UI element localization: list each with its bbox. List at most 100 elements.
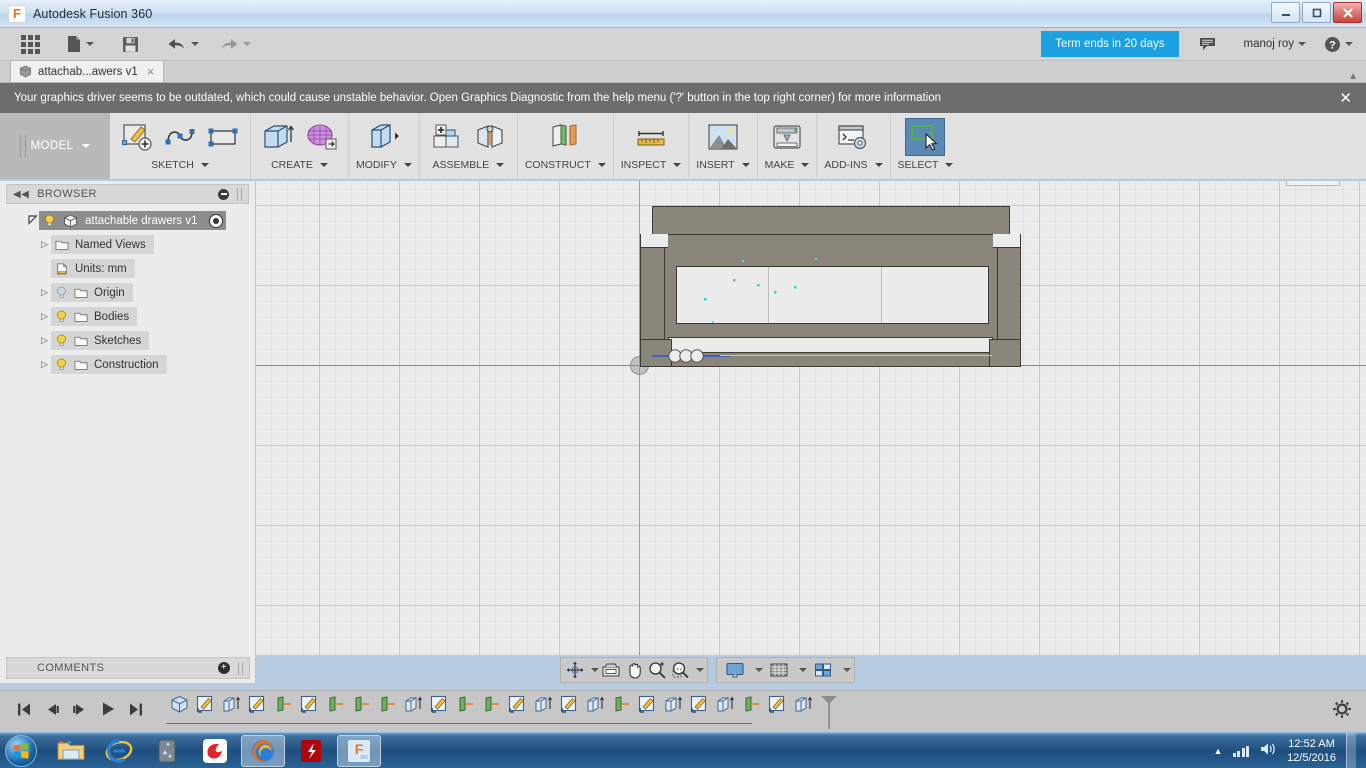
ribbon-group-label[interactable]: CONSTRUCT xyxy=(525,159,606,171)
ribbon-group-label[interactable]: ADD-INS xyxy=(824,159,882,171)
timeline-feature-construction-plane[interactable] xyxy=(478,691,504,733)
timeline-feature-sketch[interactable] xyxy=(244,691,270,733)
timeline-feature-sketch[interactable] xyxy=(634,691,660,733)
media-player-icon[interactable] xyxy=(145,735,189,767)
gear-icon[interactable] xyxy=(1332,699,1352,724)
ribbon-group-label[interactable]: INSERT xyxy=(696,159,749,171)
tree-item-bodies[interactable]: ▷ Bodies xyxy=(0,307,255,326)
show-desktop-button[interactable] xyxy=(1346,733,1356,768)
look-at-icon[interactable] xyxy=(600,659,622,681)
timeline-feature-extrude[interactable] xyxy=(712,691,738,733)
viewports-icon[interactable] xyxy=(808,659,838,681)
visibility-bulb-icon[interactable] xyxy=(55,358,68,371)
timeline-feature-component[interactable] xyxy=(166,691,192,733)
3d-print-icon[interactable] xyxy=(767,118,807,156)
banner-close-icon[interactable]: ✕ xyxy=(1339,89,1352,107)
timeline-feature-sketch[interactable] xyxy=(426,691,452,733)
double-chevron-left-icon[interactable]: ◀◀ xyxy=(13,189,29,200)
twisty-open-icon[interactable] xyxy=(26,215,39,227)
drawer-frame-model[interactable] xyxy=(640,206,1021,369)
zoom-icon[interactable] xyxy=(646,659,668,681)
network-bars-icon[interactable] xyxy=(1233,744,1250,757)
term-badge[interactable]: Term ends in 20 days xyxy=(1041,31,1178,57)
select-window-icon[interactable] xyxy=(905,118,945,156)
jump-to-beginning-icon[interactable] xyxy=(16,702,32,722)
twisty-closed-icon[interactable]: ▷ xyxy=(38,335,51,346)
timeline-feature-sketch[interactable] xyxy=(686,691,712,733)
chevron-down-icon[interactable] xyxy=(755,668,763,672)
extrude-icon[interactable] xyxy=(258,118,298,156)
tree-item-construction[interactable]: ▷ Construction xyxy=(0,355,255,374)
show-data-panel-button[interactable] xyxy=(0,28,45,61)
comments-toolbar-button[interactable] xyxy=(1193,28,1223,61)
file-menu-button[interactable] xyxy=(61,28,99,61)
step-back-icon[interactable] xyxy=(44,702,60,722)
play-icon[interactable] xyxy=(100,701,116,722)
tree-item-sketches[interactable]: ▷ Sketches xyxy=(0,331,255,350)
measure-icon[interactable] xyxy=(631,118,671,156)
activate-component-radio[interactable] xyxy=(209,214,223,228)
comments-header[interactable]: COMMENTS + xyxy=(6,657,250,679)
minus-circle-icon[interactable] xyxy=(218,189,229,200)
timeline-feature-construction-plane[interactable] xyxy=(374,691,400,733)
timeline-feature-sketch[interactable] xyxy=(296,691,322,733)
timeline-feature-construction-plane[interactable] xyxy=(738,691,764,733)
opera-icon[interactable] xyxy=(193,735,237,767)
chevron-down-icon[interactable] xyxy=(696,668,704,672)
timeline-feature-construction-plane[interactable] xyxy=(452,691,478,733)
timeline-feature-extrude[interactable] xyxy=(530,691,556,733)
maximize-button[interactable] xyxy=(1302,2,1331,23)
user-account-menu[interactable]: manoj roy xyxy=(1239,28,1312,61)
timeline-feature-construction-plane[interactable] xyxy=(348,691,374,733)
firefox-icon[interactable] xyxy=(241,735,285,767)
timeline-feature-extrude[interactable] xyxy=(218,691,244,733)
workspace-selector[interactable]: MODEL xyxy=(0,113,110,179)
twisty-closed-icon[interactable]: ▷ xyxy=(38,287,51,298)
offset-plane-icon[interactable] xyxy=(545,118,585,156)
help-menu-button[interactable]: ? xyxy=(1319,28,1358,61)
timeline-feature-construction-plane[interactable] xyxy=(322,691,348,733)
chevron-down-icon[interactable] xyxy=(843,668,851,672)
panel-grip[interactable] xyxy=(237,188,242,201)
pan-hand-icon[interactable] xyxy=(623,659,645,681)
speaker-icon[interactable] xyxy=(1259,741,1277,760)
collapse-ribbon-chevron-icon[interactable]: ▲ xyxy=(1348,71,1358,82)
minimize-button[interactable] xyxy=(1271,2,1300,23)
tab-close-icon[interactable]: × xyxy=(144,64,158,79)
timeline-feature-extrude[interactable] xyxy=(582,691,608,733)
orbit-icon[interactable] xyxy=(564,659,586,681)
insert-image-icon[interactable] xyxy=(703,118,743,156)
timeline-feature-extrude[interactable] xyxy=(790,691,816,733)
panel-grip[interactable] xyxy=(238,662,243,675)
spline-icon[interactable] xyxy=(160,118,200,156)
tree-item-named-views[interactable]: ▷ Named Views xyxy=(0,235,255,254)
jump-to-end-icon[interactable] xyxy=(128,702,144,722)
show-hidden-icons-icon[interactable]: ▲ xyxy=(1214,746,1223,756)
joint-icon[interactable] xyxy=(470,118,510,156)
ribbon-group-label[interactable]: ASSEMBLE xyxy=(433,159,505,171)
visibility-bulb-icon[interactable] xyxy=(55,334,68,347)
create-sketch-icon[interactable] xyxy=(117,118,157,156)
timeline-end-marker[interactable] xyxy=(820,695,838,729)
file-explorer-icon[interactable] xyxy=(49,735,93,767)
tree-item-units[interactable]: Units: mm xyxy=(0,259,255,278)
timeline-feature-extrude[interactable] xyxy=(400,691,426,733)
timeline-feature-sketch[interactable] xyxy=(504,691,530,733)
tree-item-attachable-drawers[interactable]: attachable drawers v1 xyxy=(0,211,255,230)
timeline-feature-sketch[interactable] xyxy=(192,691,218,733)
twisty-closed-icon[interactable]: ▷ xyxy=(38,239,51,250)
visibility-bulb-icon[interactable] xyxy=(55,310,68,323)
chevron-down-icon[interactable] xyxy=(591,668,599,672)
start-button[interactable] xyxy=(5,735,37,767)
timeline-feature-extrude[interactable] xyxy=(660,691,686,733)
ribbon-group-label[interactable]: SKETCH xyxy=(151,159,209,171)
step-forward-icon[interactable] xyxy=(72,702,88,722)
zoom-window-icon[interactable] xyxy=(669,659,691,681)
timeline-feature-construction-plane[interactable] xyxy=(608,691,634,733)
taskbar-clock[interactable]: 12:52 AM 12/5/2016 xyxy=(1287,737,1336,765)
display-settings-icon[interactable] xyxy=(720,659,750,681)
ribbon-group-label[interactable]: MODIFY xyxy=(356,159,412,171)
ribbon-group-label[interactable]: SELECT xyxy=(898,159,954,171)
document-tab[interactable]: attachab...awers v1 × xyxy=(10,60,164,82)
fusion-360-icon[interactable]: F 360 xyxy=(337,735,381,767)
